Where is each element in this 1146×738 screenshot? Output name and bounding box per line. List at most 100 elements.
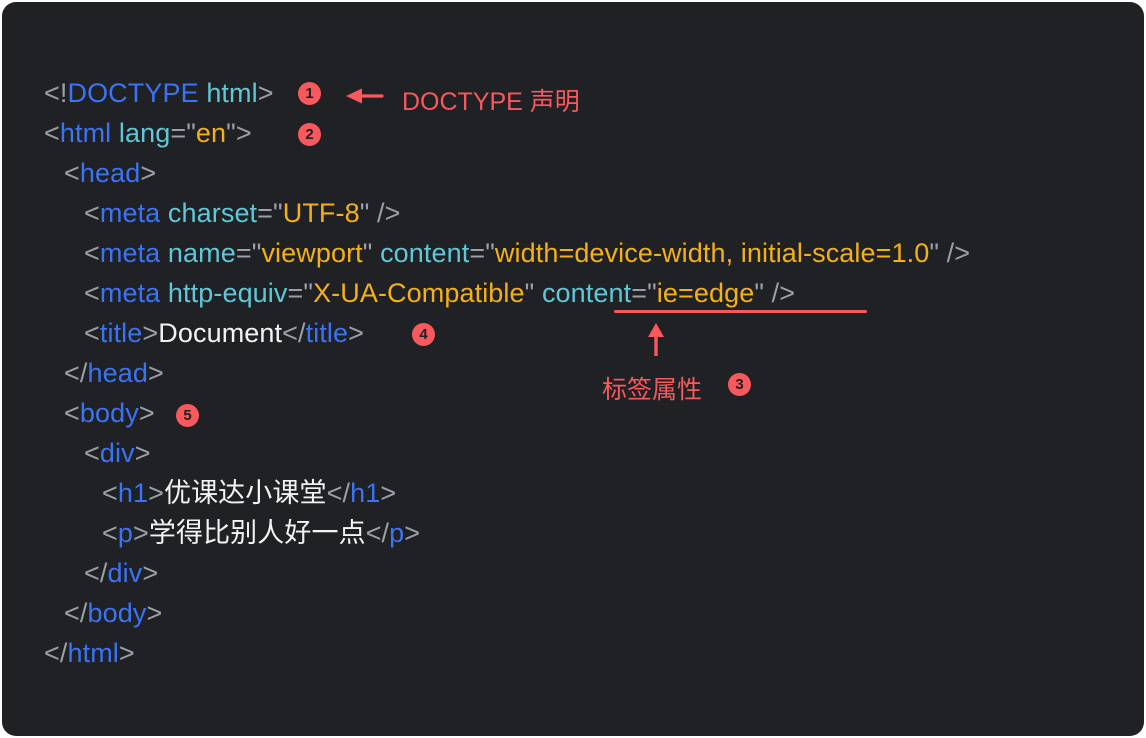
code-token: < — [64, 398, 80, 428]
line-meta-charset: <meta charset="UTF-8" /> — [84, 193, 401, 233]
code-token: =" — [631, 278, 657, 308]
line-p: <p>学得比别人好一点</p> — [102, 513, 420, 553]
code-token: =" — [287, 278, 314, 308]
code-token: head — [79, 158, 141, 188]
annotation-attribute-label: 标签属性 — [602, 376, 703, 404]
code-token: en — [195, 118, 227, 148]
code-token: " — [524, 278, 535, 308]
code-token: < — [64, 158, 80, 188]
code-token: > — [138, 398, 155, 428]
code-token: " — [754, 278, 765, 308]
code-token: UTF-8 — [282, 198, 360, 228]
code-token: DOCTYPE — [67, 78, 199, 108]
code-token: <! — [44, 78, 68, 108]
code-token: > — [142, 318, 159, 348]
code-token: < — [102, 518, 118, 548]
code-token: </ — [326, 478, 351, 508]
code-token: html — [67, 638, 119, 668]
code-token: < — [84, 278, 100, 308]
code-token: 优课达小课堂 — [163, 478, 327, 508]
code-token: meta — [99, 238, 161, 268]
code-token: html — [59, 118, 112, 148]
code-token: < — [84, 318, 100, 348]
code-token: div — [107, 558, 143, 588]
code-token: </ — [64, 598, 88, 628]
code-token: /> — [939, 238, 971, 268]
line-title: <title>Document</title> — [84, 313, 364, 353]
badge-1: 1 — [298, 82, 321, 105]
code-token: < — [102, 478, 118, 508]
line-div-open: <div> — [84, 433, 151, 473]
code-token: body — [79, 398, 139, 428]
code-token: > — [134, 438, 151, 468]
badge-4: 4 — [412, 323, 435, 346]
code-token: p — [389, 518, 405, 548]
arrow-left-icon — [346, 88, 384, 104]
code-token: < — [84, 198, 100, 228]
code-token: > — [235, 118, 252, 148]
code-token: > — [133, 518, 149, 548]
line-doctype: <!DOCTYPE html> — [44, 73, 274, 113]
code-token: h1 — [117, 478, 149, 508]
code-token: > — [148, 478, 164, 508]
code-token: </ — [365, 518, 390, 548]
code-token: </ — [44, 638, 68, 668]
code-token: > — [146, 598, 163, 628]
line-html-open: <html lang="en"> — [44, 113, 252, 153]
arrow-up-icon — [648, 323, 664, 356]
badge-5: 5 — [176, 404, 199, 427]
code-token: meta — [99, 198, 161, 228]
code-token: < — [84, 438, 100, 468]
line-body-open: <body> — [64, 393, 155, 433]
code-token: viewport — [261, 238, 363, 268]
code-token: =" — [257, 198, 283, 228]
badge-2: 2 — [298, 123, 321, 146]
code-token: > — [380, 478, 397, 508]
code-token: head — [87, 358, 148, 388]
code-token: body — [87, 598, 147, 628]
code-token: http-equiv — [167, 278, 288, 308]
code-screenshot-card: <!DOCTYPE html> <html lang="en"> <head> <me… — [2, 2, 1144, 736]
code-token: charset — [167, 198, 258, 228]
line-meta-viewport: <meta name="viewport" content="width=dev… — [84, 233, 970, 273]
code-token: </ — [64, 358, 88, 388]
attribute-highlight-underline — [614, 310, 867, 313]
code-token: div — [99, 438, 135, 468]
code-token: 学得比别人好一点 — [148, 518, 366, 548]
code-token: " — [359, 198, 370, 228]
code-token: name — [167, 238, 236, 268]
line-head-close: </head> — [64, 353, 164, 393]
code-token: title — [305, 318, 349, 348]
line-head-open: <head> — [64, 153, 156, 193]
code-token: meta — [99, 278, 161, 308]
code-token: </ — [282, 318, 306, 348]
code-token: > — [118, 638, 135, 668]
badge-3: 3 — [728, 373, 751, 396]
code-token: < — [84, 238, 100, 268]
code-token: " — [929, 238, 940, 268]
code-token: > — [257, 78, 274, 108]
line-h1: <h1>优课达小课堂</h1> — [102, 473, 396, 513]
code-token: /> — [369, 198, 401, 228]
code-token: content — [541, 278, 632, 308]
code-token: =" — [170, 118, 196, 148]
line-div-close: </div> — [84, 553, 158, 593]
code-token: " — [226, 118, 236, 148]
line-meta-compat: <meta http-equiv="X-UA-Compatible" conte… — [84, 273, 795, 313]
code-token: content — [380, 238, 470, 268]
code-token: title — [99, 318, 143, 348]
code-token: html — [206, 78, 258, 108]
code-token: X-UA-Compatible — [313, 278, 525, 308]
code-token: > — [147, 358, 164, 388]
code-token: h1 — [350, 478, 381, 508]
line-body-close: </body> — [64, 593, 162, 633]
code-token: > — [404, 518, 421, 548]
code-token: =" — [469, 238, 495, 268]
code-token: > — [348, 318, 365, 348]
